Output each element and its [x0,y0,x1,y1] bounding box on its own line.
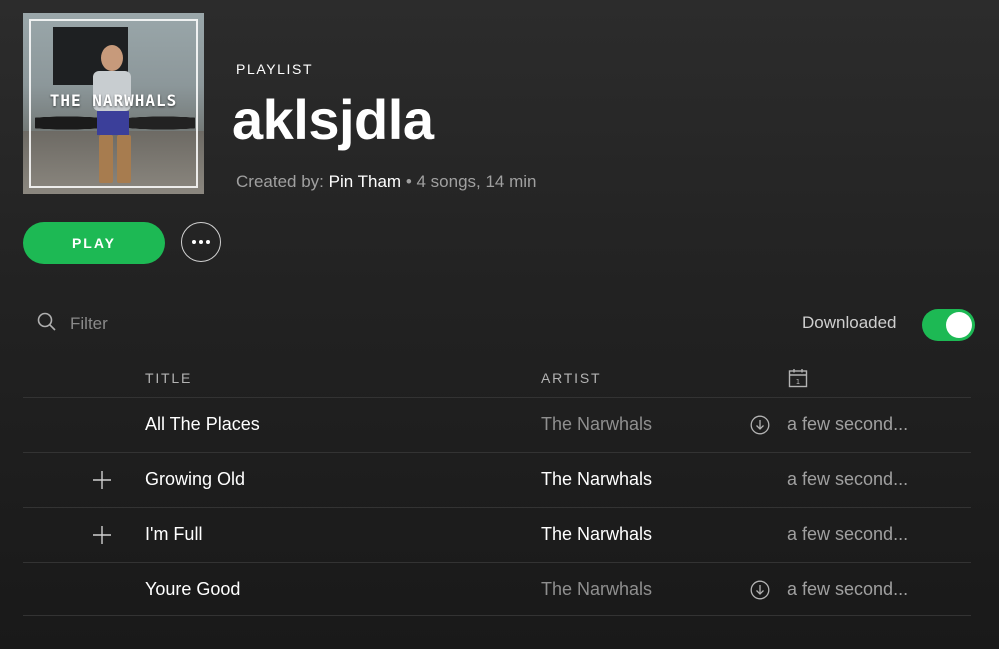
track-row[interactable]: Youre Good The Narwhals a few second... [23,562,971,616]
track-title: All The Places [145,414,260,434]
playlist-owner-link[interactable]: Pin Tham [329,172,401,191]
calendar-icon[interactable]: 1 [788,368,808,393]
add-icon[interactable] [93,526,111,549]
more-options-button[interactable] [181,222,221,262]
search-icon [37,312,56,336]
track-title: Growing Old [145,469,246,489]
track-title: I'm Full [145,524,203,544]
track-added-date: a few second... [787,414,909,434]
add-icon[interactable] [93,471,111,494]
playlist-cover: THE NARWHALS [23,13,204,194]
track-row[interactable]: All The Places The Narwhals a few second… [23,397,971,451]
column-header-title[interactable]: TITLE [145,370,192,386]
track-added-date: a few second... [787,524,909,544]
playlist-type-label: PLAYLIST [236,61,314,77]
toggle-knob [946,312,972,338]
cover-frame [29,19,198,188]
created-by-label: Created by: [236,172,324,191]
svg-text:1: 1 [796,378,800,386]
track-artist[interactable]: The Narwhals [541,469,652,490]
track-title: Youre Good [145,579,241,599]
track-artist[interactable]: The Narwhals [541,579,652,600]
download-icon [750,415,770,440]
playlist-meta: Created by: Pin Tham • 4 songs, 14 min [236,172,537,192]
downloaded-toggle[interactable] [922,309,975,341]
track-added-date: a few second... [787,469,909,489]
playlist-summary: • 4 songs, 14 min [405,172,537,191]
track-row[interactable]: I'm Full The Narwhals a few second... [23,507,971,561]
ellipsis-icon [192,240,210,244]
track-added-date: a few second... [787,579,909,599]
playlist-title: aklsjdla [232,88,434,151]
downloaded-label: Downloaded [802,313,897,332]
download-icon [750,580,770,605]
column-header-artist[interactable]: ARTIST [541,370,601,386]
play-button[interactable]: PLAY [23,222,165,264]
filter-field[interactable]: Filter [37,312,108,336]
filter-input[interactable]: Filter [70,314,108,334]
track-artist[interactable]: The Narwhals [541,414,652,435]
track-row[interactable]: Growing Old The Narwhals a few second... [23,452,971,506]
track-artist[interactable]: The Narwhals [541,524,652,545]
